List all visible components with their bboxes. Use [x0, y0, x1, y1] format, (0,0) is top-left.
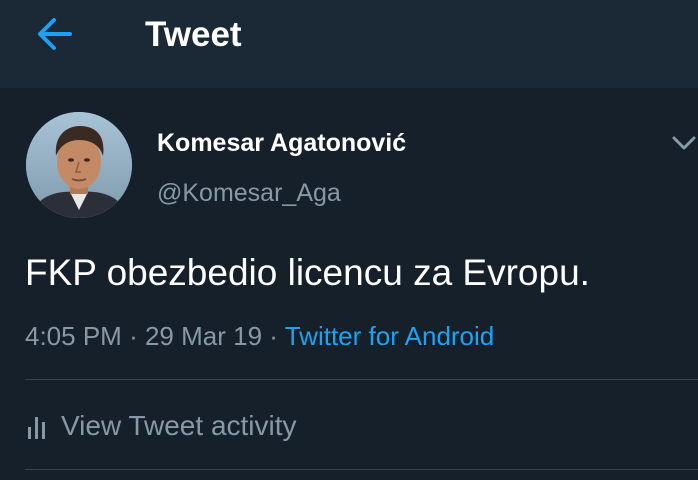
avatar[interactable]	[26, 112, 132, 218]
tweet-date: 29 Mar 19	[144, 321, 263, 351]
author-display-name[interactable]: Komesar Agatonović	[157, 128, 406, 158]
meta-separator: ·	[129, 321, 138, 351]
divider	[25, 469, 698, 470]
author-handle: @Komesar_Aga	[157, 179, 341, 207]
tweet-card: Komesar Agatonović @Komesar_Aga FKP obez…	[0, 88, 698, 480]
page-title: Tweet	[145, 15, 242, 54]
divider	[25, 379, 698, 380]
back-button[interactable]	[34, 14, 78, 54]
view-tweet-activity-label: View Tweet activity	[61, 410, 297, 441]
tweet-detail-screen: Tweet Komesar Agatonović @Komesar_Aga FK…	[0, 0, 698, 480]
tweet-time: 4:05 PM	[25, 321, 122, 351]
tweet-text: FKP obezbedio licencu za Evropu.	[25, 252, 590, 293]
chevron-down-icon	[672, 136, 696, 150]
top-app-bar: Tweet	[0, 0, 698, 88]
arrow-left-icon	[38, 18, 72, 50]
view-tweet-activity-button[interactable]: View Tweet activity	[25, 406, 297, 446]
bar-chart-icon	[28, 417, 45, 439]
tweet-menu-button[interactable]	[670, 130, 698, 156]
tweet-source-link[interactable]: Twitter for Android	[285, 321, 495, 351]
meta-separator: ·	[269, 321, 278, 351]
profile-photo	[26, 112, 132, 218]
tweet-meta: 4:05 PM · 29 Mar 19 · Twitter for Androi…	[25, 320, 494, 352]
